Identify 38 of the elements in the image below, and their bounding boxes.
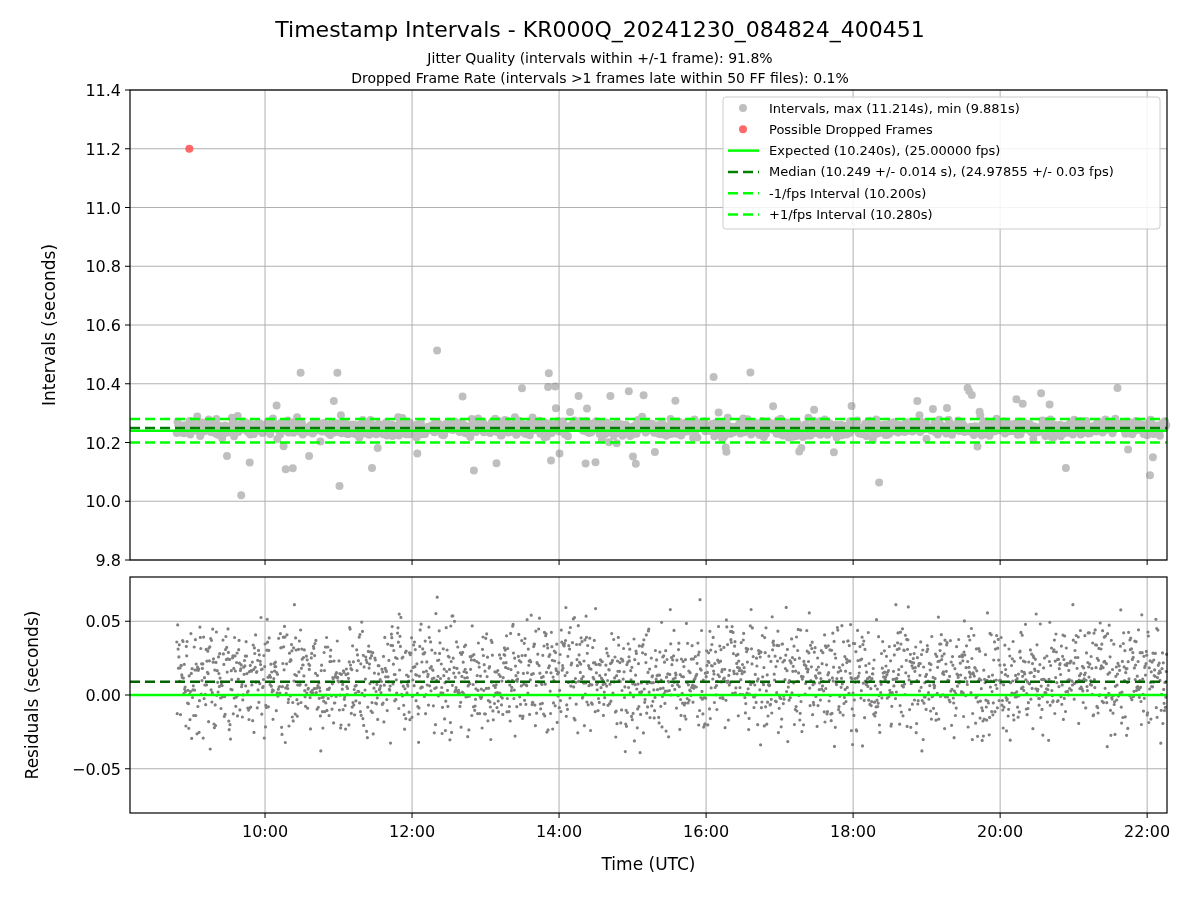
legend-marker-icon	[739, 104, 747, 112]
tick-label: −0.05	[71, 759, 121, 779]
tick-label: 12:00	[389, 822, 436, 841]
tick-label: 20:00	[977, 822, 1024, 841]
axis-title: Time (UTC)	[601, 854, 696, 874]
tick-label: 11.2	[85, 139, 121, 159]
tick-label: 9.8	[95, 551, 121, 570]
chart-subtitle: Jitter Quality (intervals within +/-1 frame): 91.8%	[427, 50, 773, 66]
tick-label: 10.6	[85, 316, 121, 335]
tick-label: 10.8	[85, 257, 121, 277]
legend-line-icon	[728, 170, 759, 174]
legend-marker-icon	[739, 125, 747, 134]
tick-label: 0.05	[85, 612, 121, 632]
legend-label: Intervals, max (11.214s), min (9.881s)	[769, 100, 1020, 116]
tick-label: 10.4	[85, 374, 121, 394]
axis-title: Intervals (seconds)	[39, 243, 59, 407]
legend-label: Expected (10.240s), (25.00000 fps)	[769, 143, 1001, 159]
axis-title: Residuals (seconds)	[22, 610, 42, 780]
legend-line-icon	[728, 213, 759, 216]
tick-label: 10.0	[85, 492, 121, 512]
tick-label: 11.4	[85, 81, 121, 100]
legend-label: Possible Dropped Frames	[769, 121, 933, 137]
chart-subtitle: Dropped Frame Rate (intervals >1 frames late within 50 FF files): 0.1%	[351, 70, 849, 86]
tick-label: 18:00	[830, 822, 877, 841]
tick-label: 16:00	[683, 822, 730, 841]
legend-label: +1/fps Interval (10.280s)	[769, 207, 933, 222]
legend-line-icon	[728, 191, 759, 195]
tick-label: 10:00	[242, 822, 289, 841]
dropped-frame-point	[185, 144, 194, 153]
tick-label: 0.00	[85, 686, 121, 705]
legend-label: -1/fps Interval (10.200s)	[769, 185, 927, 201]
legend-line-icon	[728, 149, 759, 152]
tick-label: 22:00	[1124, 822, 1171, 841]
tick-label: 10.2	[85, 433, 121, 453]
chart-title: Timestamp Intervals - KR000Q_20241230_084824_400451	[275, 17, 925, 42]
legend-label: Median (10.249 +/- 0.014 s), (24.97855 +/- 0.03 fps)	[769, 164, 1114, 180]
tick-label: 11.0	[85, 198, 121, 218]
tick-label: 14:00	[536, 822, 583, 841]
